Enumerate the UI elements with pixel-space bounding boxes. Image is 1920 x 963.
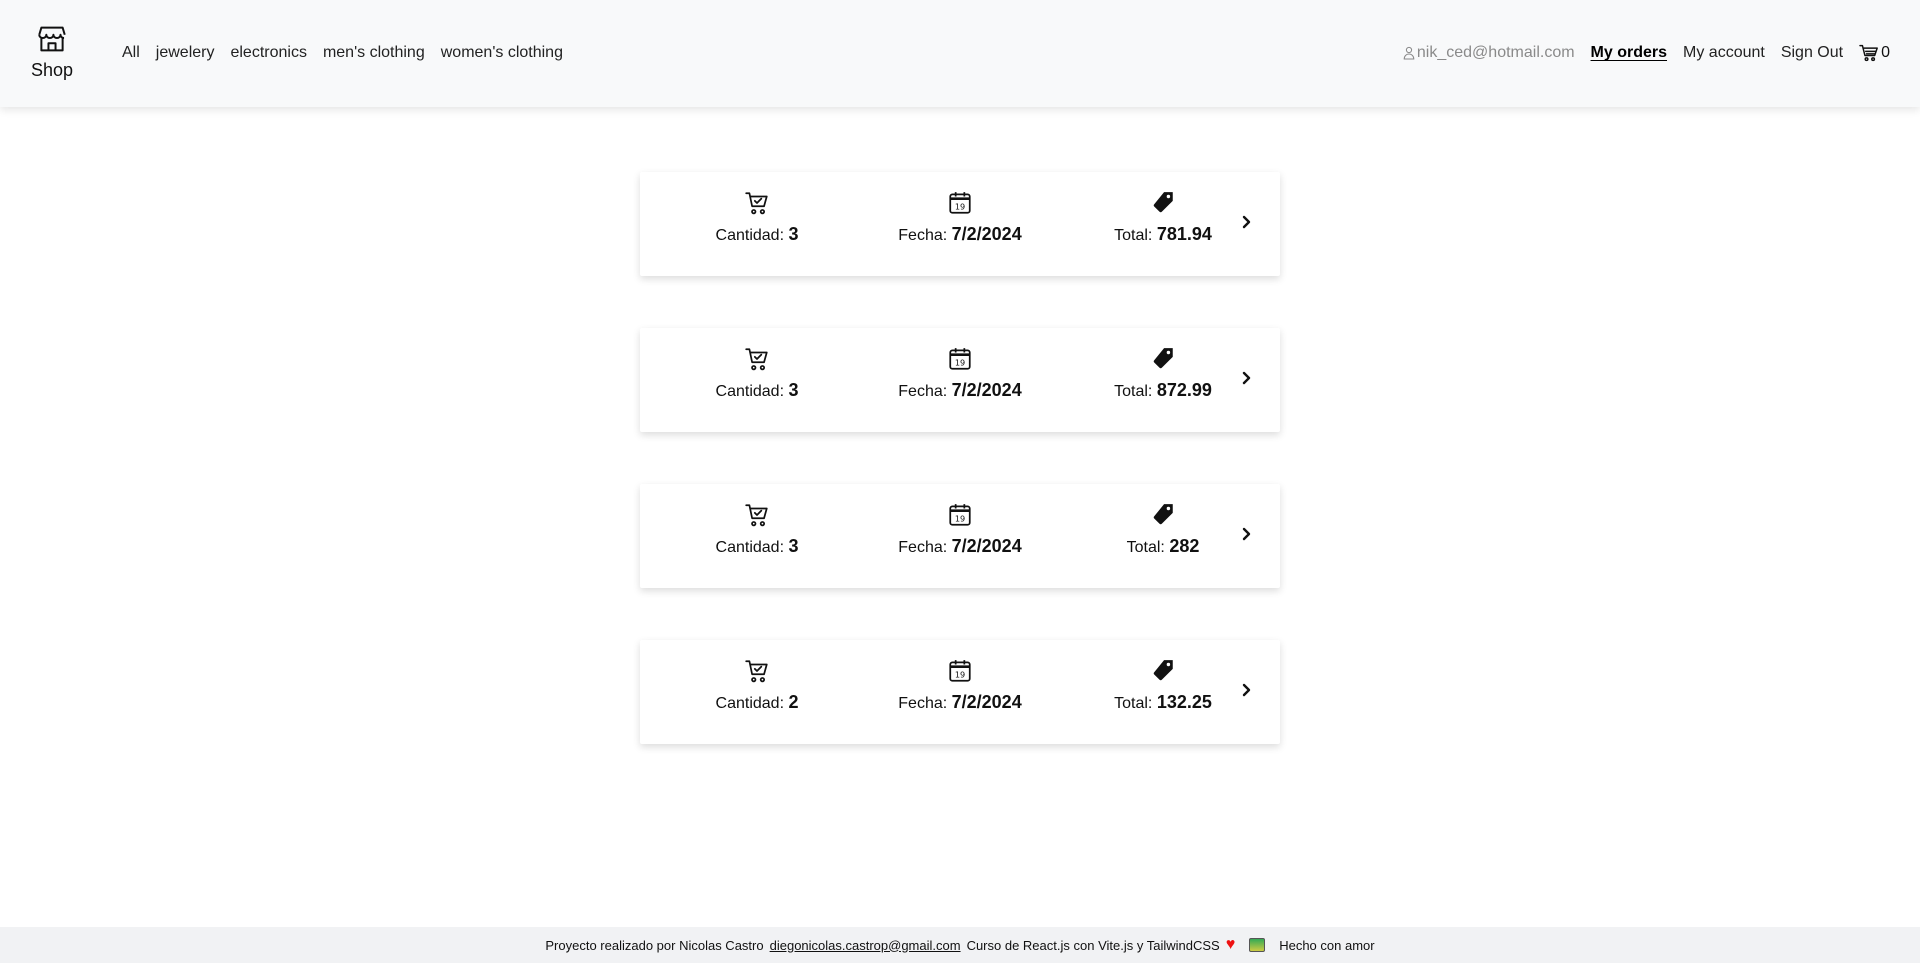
price-tag-icon <box>1153 504 1173 525</box>
orders-list: Cantidad: 3 19 Fecha: 7/2/2024 Total: 78… <box>640 172 1280 796</box>
landscape-image-icon <box>1249 938 1266 952</box>
total-value: 872.99 <box>1156 380 1212 400</box>
quantity-label: Cantidad: <box>715 383 785 400</box>
date-value: 7/2/2024 <box>951 692 1022 712</box>
quantity-label: Cantidad: <box>715 695 785 712</box>
order-card[interactable]: Cantidad: 3 19 Fecha: 7/2/2024 Total: 87… <box>640 328 1280 432</box>
nav-category-electronics[interactable]: electronics <box>230 44 306 62</box>
total-label: Total: <box>1114 383 1153 400</box>
svg-text:19: 19 <box>955 514 965 524</box>
order-date: 19 Fecha: 7/2/2024 <box>880 346 1040 401</box>
quantity-value: 2 <box>788 692 799 712</box>
quantity-label: Cantidad: <box>715 539 785 556</box>
nav-category-all[interactable]: All <box>122 44 140 62</box>
shop-logo[interactable]: Shop <box>28 22 76 81</box>
order-quantity: Cantidad: 3 <box>677 346 837 401</box>
order-quantity: Cantidad: 3 <box>677 190 837 245</box>
cart-check-icon <box>745 348 768 371</box>
quantity-value: 3 <box>788 380 799 400</box>
order-quantity: Cantidad: 2 <box>677 658 837 713</box>
chevron-right-icon[interactable] <box>1240 212 1254 232</box>
chevron-right-icon[interactable] <box>1240 524 1254 544</box>
top-navbar: Shop All jewelery electronics men's clot… <box>0 0 1920 107</box>
chevron-right-icon[interactable] <box>1240 680 1254 700</box>
total-label: Total: <box>1126 539 1165 556</box>
total-value: 132.25 <box>1156 692 1212 712</box>
date-label: Fecha: <box>898 695 948 712</box>
date-label: Fecha: <box>898 227 948 244</box>
cart-check-icon <box>745 504 768 527</box>
chevron-right-icon[interactable] <box>1240 368 1254 388</box>
date-value: 7/2/2024 <box>951 536 1022 556</box>
quantity-label: Cantidad: <box>715 227 785 244</box>
nav-sign-out[interactable]: Sign Out <box>1781 44 1843 62</box>
order-total: Total: 781.94 <box>1083 190 1243 245</box>
total-label: Total: <box>1114 227 1153 244</box>
heart-icon: ♥ <box>1225 936 1236 953</box>
calendar-icon: 19 <box>949 660 971 682</box>
order-date: 19 Fecha: 7/2/2024 <box>880 502 1040 557</box>
user-icon <box>1403 46 1415 60</box>
calendar-icon: 19 <box>949 348 971 370</box>
footer-made-with: Hecho con amor <box>1279 937 1375 953</box>
nav-category-mens-clothing[interactable]: men's clothing <box>323 44 425 62</box>
total-value: 282 <box>1169 536 1200 556</box>
order-total: Total: 282 <box>1083 502 1243 557</box>
storefront-icon <box>38 26 66 52</box>
order-date: 19 Fecha: 7/2/2024 <box>880 658 1040 713</box>
footer-credit: Proyecto realizado por Nicolas Castro <box>545 937 764 953</box>
cart-button[interactable]: 0 <box>1859 44 1890 62</box>
account-nav: nik_ced@hotmail.com My orders My account… <box>1403 44 1890 62</box>
cart-check-icon <box>745 660 768 683</box>
calendar-icon: 19 <box>949 504 971 526</box>
order-card[interactable]: Cantidad: 3 19 Fecha: 7/2/2024 Total: 78… <box>640 172 1280 276</box>
order-card[interactable]: Cantidad: 3 19 Fecha: 7/2/2024 Total: 28… <box>640 484 1280 588</box>
brand-label: Shop <box>30 60 74 80</box>
nav-my-account[interactable]: My account <box>1683 44 1765 62</box>
svg-text:19: 19 <box>955 358 965 368</box>
footer-course: Curso de React.js con Vite.js y Tailwind… <box>966 937 1220 953</box>
price-tag-icon <box>1153 348 1173 369</box>
calendar-icon: 19 <box>949 192 971 214</box>
nav-category-jewelery[interactable]: jewelery <box>156 44 215 62</box>
date-label: Fecha: <box>898 539 948 556</box>
order-total: Total: 132.25 <box>1083 658 1243 713</box>
price-tag-icon <box>1153 192 1173 213</box>
quantity-value: 3 <box>788 536 799 556</box>
category-nav: All jewelery electronics men's clothing … <box>122 44 563 62</box>
user-email: nik_ced@hotmail.com <box>1403 44 1575 62</box>
price-tag-icon <box>1153 660 1173 681</box>
shopping-cart-icon <box>1859 44 1879 62</box>
order-card[interactable]: Cantidad: 2 19 Fecha: 7/2/2024 Total: 13… <box>640 640 1280 744</box>
user-email-text: nik_ced@hotmail.com <box>1416 44 1575 61</box>
svg-text:19: 19 <box>955 202 965 212</box>
cart-check-icon <box>745 192 768 215</box>
date-label: Fecha: <box>898 383 948 400</box>
footer-email-link[interactable]: diegonicolas.castrop@gmail.com <box>770 938 961 953</box>
order-total: Total: 872.99 <box>1083 346 1243 401</box>
total-value: 781.94 <box>1156 224 1212 244</box>
nav-my-orders[interactable]: My orders <box>1591 44 1667 62</box>
cart-count: 0 <box>1881 44 1890 61</box>
order-quantity: Cantidad: 3 <box>677 502 837 557</box>
nav-category-womens-clothing[interactable]: women's clothing <box>441 44 563 62</box>
total-label: Total: <box>1114 695 1153 712</box>
svg-text:19: 19 <box>955 670 965 680</box>
quantity-value: 3 <box>788 224 799 244</box>
page-footer: Proyecto realizado por Nicolas Castro di… <box>0 927 1920 963</box>
order-date: 19 Fecha: 7/2/2024 <box>880 190 1040 245</box>
date-value: 7/2/2024 <box>951 380 1022 400</box>
date-value: 7/2/2024 <box>951 224 1022 244</box>
